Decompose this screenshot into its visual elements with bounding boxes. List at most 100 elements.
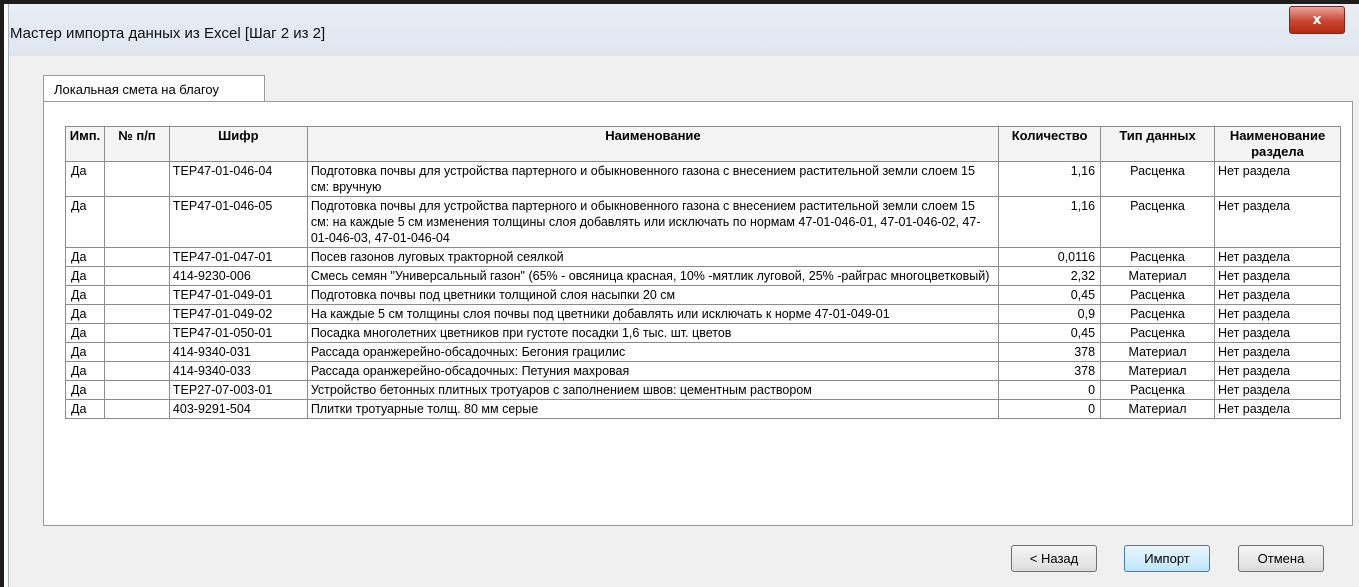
cell-section[interactable]: Нет раздела [1214,399,1341,419]
cell-data-type[interactable]: Материал [1100,399,1215,419]
cell-quantity[interactable]: 2,32 [998,266,1102,286]
cell-quantity[interactable]: 0 [998,380,1102,400]
cell-row-number[interactable] [103,361,170,381]
cell-data-type[interactable]: Материал [1100,266,1215,286]
header-code[interactable]: Шифр [168,126,308,162]
cell-row-number[interactable] [103,323,170,343]
cell-name[interactable]: Рассада оранжерейно-обсадочных: Бегония … [306,342,1000,362]
table-row[interactable]: Да ТЕР47-01-049-01 Подготовка почвы под цв… [65,285,1341,305]
cell-import-flag[interactable]: Да [65,304,105,324]
cell-import-flag[interactable]: Да [65,342,105,362]
cell-data-type[interactable]: Расценка [1100,196,1215,248]
cell-section[interactable]: Нет раздела [1214,304,1341,324]
cell-name[interactable]: Подготовка почвы для устройства партерно… [306,196,1000,248]
import-button[interactable]: Импорт [1124,545,1210,572]
cell-quantity[interactable]: 0,45 [998,323,1102,343]
cell-code[interactable]: ТЕР47-01-047-01 [168,247,308,267]
cell-quantity[interactable]: 0 [998,399,1102,419]
cell-data-type[interactable]: Материал [1100,342,1215,362]
table-row[interactable]: Да ТЕР47-01-046-04 Подготовка почвы для ус… [65,161,1341,197]
cell-import-flag[interactable]: Да [65,196,105,248]
cell-row-number[interactable] [103,285,170,305]
cell-import-flag[interactable]: Да [65,266,105,286]
cell-section[interactable]: Нет раздела [1214,285,1341,305]
table-row[interactable]: Да 414-9340-031 Рассада оранжерейно-обсадо… [65,342,1341,362]
cell-section[interactable]: Нет раздела [1214,361,1341,381]
table-row[interactable]: Да ТЕР27-07-003-01 Устройство бетонных пли… [65,380,1341,400]
cell-row-number[interactable] [103,196,170,248]
cell-quantity[interactable]: 378 [998,361,1102,381]
cell-name[interactable]: Рассада оранжерейно-обсадочных: Петуния … [306,361,1000,381]
table-row[interactable]: Да ТЕР47-01-046-05 Подготовка почвы для ус… [65,196,1341,248]
cell-code[interactable]: 414-9340-033 [168,361,308,381]
cell-section[interactable]: Нет раздела [1214,161,1341,197]
cell-section[interactable]: Нет раздела [1214,266,1341,286]
close-button[interactable]: x [1289,6,1345,34]
header-number[interactable]: № п/п [103,126,170,162]
cell-data-type[interactable]: Расценка [1100,380,1215,400]
cell-section[interactable]: Нет раздела [1214,342,1341,362]
cell-import-flag[interactable]: Да [65,247,105,267]
cell-import-flag[interactable]: Да [65,399,105,419]
table-row[interactable]: Да 403-9291-504 Плитки тротуарные толщ. 80… [65,399,1341,419]
cell-code[interactable]: 403-9291-504 [168,399,308,419]
cell-code[interactable]: 414-9230-006 [168,266,308,286]
cell-data-type[interactable]: Расценка [1100,304,1215,324]
header-section[interactable]: Наименование раздела [1214,126,1341,162]
cell-code[interactable]: ТЕР47-01-049-01 [168,285,308,305]
cell-row-number[interactable] [103,266,170,286]
cell-quantity[interactable]: 0,0116 [998,247,1102,267]
table-row[interactable]: Да 414-9340-033 Рассада оранжерейно-обсадо… [65,361,1341,381]
cell-name[interactable]: Посадка многолетних цветников при густот… [306,323,1000,343]
cell-import-flag[interactable]: Да [65,380,105,400]
cell-data-type[interactable]: Расценка [1100,247,1215,267]
cell-data-type[interactable]: Материал [1100,361,1215,381]
cell-name[interactable]: На каждые 5 см толщины слоя почвы под цв… [306,304,1000,324]
cell-name[interactable]: Посев газонов луговых тракторной сеялкой [306,247,1000,267]
data-grid[interactable]: Имп. № п/п Шифр Наименование Количество … [65,126,1341,524]
table-row[interactable]: Да ТЕР47-01-047-01 Посев газонов луговых т… [65,247,1341,267]
cell-section[interactable]: Нет раздела [1214,380,1341,400]
cell-code[interactable]: ТЕР47-01-050-01 [168,323,308,343]
cell-code[interactable]: ТЕР47-01-046-05 [168,196,308,248]
cell-import-flag[interactable]: Да [65,161,105,197]
table-row[interactable]: Да 414-9230-006 Смесь семян "Универсальный… [65,266,1341,286]
cell-section[interactable]: Нет раздела [1214,247,1341,267]
cell-data-type[interactable]: Расценка [1100,285,1215,305]
cell-quantity[interactable]: 1,16 [998,196,1102,248]
header-name[interactable]: Наименование [306,126,1000,162]
back-button[interactable]: < Назад [1011,545,1097,572]
cell-row-number[interactable] [103,342,170,362]
cell-data-type[interactable]: Расценка [1100,323,1215,343]
cell-row-number[interactable] [103,399,170,419]
cell-row-number[interactable] [103,247,170,267]
cell-code[interactable]: ТЕР27-07-003-01 [168,380,308,400]
cell-row-number[interactable] [103,380,170,400]
cell-section[interactable]: Нет раздела [1214,196,1341,248]
header-imp[interactable]: Имп. [65,126,105,162]
cell-name[interactable]: Устройство бетонных плитных тротуаров с … [306,380,1000,400]
cell-name[interactable]: Плитки тротуарные толщ. 80 мм серые [306,399,1000,419]
header-quantity[interactable]: Количество [998,126,1102,162]
cell-row-number[interactable] [103,304,170,324]
cell-name[interactable]: Подготовка почвы под цветники толщиной с… [306,285,1000,305]
table-row[interactable]: Да ТЕР47-01-049-02 На каждые 5 см толщины … [65,304,1341,324]
cell-import-flag[interactable]: Да [65,361,105,381]
cell-code[interactable]: 414-9340-031 [168,342,308,362]
cell-row-number[interactable] [103,161,170,197]
cancel-button[interactable]: Отмена [1238,545,1324,572]
cell-quantity[interactable]: 378 [998,342,1102,362]
cell-name[interactable]: Смесь семян "Универсальный газон" (65% -… [306,266,1000,286]
header-data-type[interactable]: Тип данных [1100,126,1215,162]
cell-code[interactable]: ТЕР47-01-046-04 [168,161,308,197]
cell-quantity[interactable]: 0,45 [998,285,1102,305]
cell-section[interactable]: Нет раздела [1214,323,1341,343]
cell-data-type[interactable]: Расценка [1100,161,1215,197]
cell-import-flag[interactable]: Да [65,285,105,305]
cell-code[interactable]: ТЕР47-01-049-02 [168,304,308,324]
tab-local-estimate[interactable]: Локальная смета на благоу [43,75,265,102]
cell-import-flag[interactable]: Да [65,323,105,343]
cell-quantity[interactable]: 0,9 [998,304,1102,324]
table-row[interactable]: Да ТЕР47-01-050-01 Посадка многолетних цве… [65,323,1341,343]
cell-name[interactable]: Подготовка почвы для устройства партерно… [306,161,1000,197]
